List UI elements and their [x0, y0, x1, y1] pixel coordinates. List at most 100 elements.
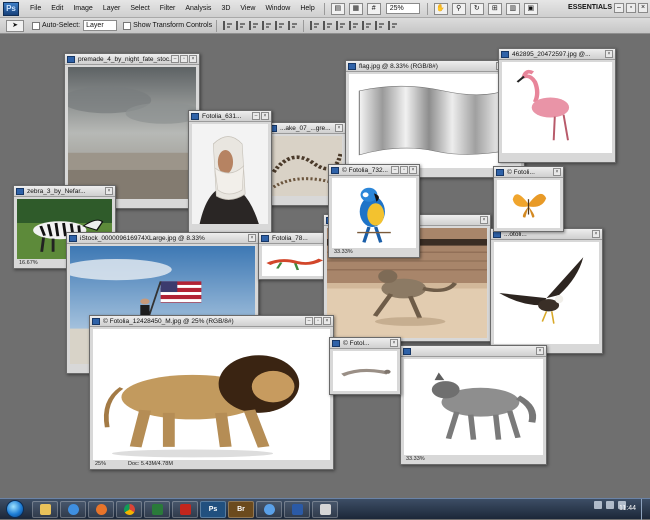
document-canvas[interactable]: [93, 329, 330, 460]
app-restore-button[interactable]: ▫: [626, 3, 636, 13]
close-button[interactable]: ×: [335, 124, 343, 132]
taskbar-mail-icon[interactable]: [312, 500, 338, 518]
close-button[interactable]: ×: [390, 339, 398, 347]
screen-mode-icon[interactable]: ▣: [523, 2, 538, 15]
auto-select-checkbox[interactable]: [32, 21, 40, 30]
document-canvas[interactable]: [332, 178, 416, 248]
menu-layer[interactable]: Layer: [98, 5, 126, 12]
taskbar-acrobat-icon[interactable]: [172, 500, 198, 518]
document-title[interactable]: zebra_3_by_Nefar...: [14, 186, 115, 197]
close-button[interactable]: ×: [605, 50, 613, 58]
menu-select[interactable]: Select: [125, 5, 154, 12]
document-title[interactable]: [401, 346, 546, 357]
move-tool-icon[interactable]: ➤: [6, 19, 24, 32]
workspace-switcher[interactable]: ESSENTIALS: [568, 4, 612, 11]
document-window-butterfly[interactable]: © Fotoli... ×: [493, 166, 564, 232]
menu-3d[interactable]: 3D: [216, 5, 235, 12]
document-canvas[interactable]: [333, 351, 397, 391]
minimize-button[interactable]: –: [252, 112, 260, 120]
close-button[interactable]: ×: [480, 216, 488, 224]
close-button[interactable]: ×: [261, 112, 269, 120]
taskbar-photoshop-icon[interactable]: Ps: [200, 500, 226, 518]
document-canvas[interactable]: [497, 180, 560, 228]
taskbar-chrome-icon[interactable]: [116, 500, 142, 518]
document-canvas[interactable]: [262, 246, 326, 276]
align-right-icon[interactable]: [288, 21, 298, 30]
minimize-button[interactable]: –: [171, 55, 179, 63]
taskbar-firefox-icon[interactable]: [88, 500, 114, 518]
app-close-button[interactable]: ×: [638, 3, 648, 13]
distribute-hcenter-icon[interactable]: [362, 21, 372, 30]
align-left-icon[interactable]: [262, 21, 272, 30]
show-transform-checkbox[interactable]: [123, 21, 132, 30]
start-button-icon[interactable]: [6, 500, 24, 518]
document-title[interactable]: ...ake_07_...gre...: [267, 123, 345, 134]
taskbar-media-icon[interactable]: [144, 500, 170, 518]
maximize-button[interactable]: ▫: [400, 166, 408, 174]
auto-align-icon[interactable]: [388, 21, 398, 30]
arrange-documents-icon[interactable]: ▥: [505, 2, 520, 15]
document-canvas[interactable]: [192, 124, 268, 224]
document-window-parrot[interactable]: © Fotolia_732... – ▫ × 33.33%: [328, 164, 420, 258]
rotate-view-icon[interactable]: ↻: [469, 2, 484, 15]
document-title[interactable]: © Fotolia_12428450_M.jpg @ 25% (RGB/8#): [90, 316, 333, 327]
close-button[interactable]: ×: [536, 347, 544, 355]
auto-select-dropdown[interactable]: Layer: [83, 20, 118, 31]
distribute-left-icon[interactable]: [349, 21, 359, 30]
close-button[interactable]: ×: [323, 317, 331, 325]
menu-analysis[interactable]: Analysis: [180, 5, 216, 12]
document-canvas[interactable]: [349, 74, 521, 168]
app-minimize-button[interactable]: –: [614, 3, 624, 13]
distribute-vcenter-icon[interactable]: [323, 21, 333, 30]
document-window-lizard[interactable]: Fotolia_78...: [258, 232, 330, 280]
taskbar-bridge-icon[interactable]: Br: [228, 500, 254, 518]
taskbar-ie2-icon[interactable]: [256, 500, 282, 518]
distribute-bottom-icon[interactable]: [336, 21, 346, 30]
zoom-icon[interactable]: ⚲: [451, 2, 466, 15]
align-hcenter-icon[interactable]: [275, 21, 285, 30]
document-canvas[interactable]: [68, 67, 196, 199]
bridge-icon[interactable]: ▤: [330, 2, 345, 15]
taskbar-explorer-icon[interactable]: [32, 500, 58, 518]
document-title[interactable]: Fotolia_78...: [259, 233, 329, 244]
document-title[interactable]: iStock_000009616974XLarge.jpg @ 8.33%: [67, 233, 258, 244]
align-vcenter-icon[interactable]: [236, 21, 246, 30]
document-canvas[interactable]: [494, 242, 599, 344]
taskbar-word-icon[interactable]: [284, 500, 310, 518]
menu-edit[interactable]: Edit: [46, 5, 68, 12]
document-window-wolf[interactable]: × 33.33%: [400, 345, 547, 465]
close-button[interactable]: ×: [592, 230, 600, 238]
tray-network-icon[interactable]: [606, 501, 614, 509]
document-window-portrait[interactable]: Fotolia_631... – ×: [188, 110, 272, 234]
document-window-eagle[interactable]: ...otoli... ×: [490, 228, 603, 354]
clock[interactable]: 11:44: [619, 505, 636, 512]
maximize-button[interactable]: ▫: [180, 55, 188, 63]
align-bottom-icon[interactable]: [249, 21, 259, 30]
close-button[interactable]: ×: [553, 168, 561, 176]
menu-filter[interactable]: Filter: [155, 5, 181, 12]
zoom-level-select[interactable]: 25%: [385, 3, 420, 14]
mini-bridge-icon[interactable]: ▦: [348, 2, 363, 15]
maximize-button[interactable]: ▫: [314, 317, 322, 325]
align-top-icon[interactable]: [223, 21, 233, 30]
grid-icon[interactable]: #: [366, 2, 381, 15]
menu-file[interactable]: File: [25, 5, 46, 12]
show-desktop-button[interactable]: [641, 499, 650, 520]
distribute-top-icon[interactable]: [310, 21, 320, 30]
close-button[interactable]: ×: [189, 55, 197, 63]
hand-icon[interactable]: ✋: [433, 2, 448, 15]
distribute-right-icon[interactable]: [375, 21, 385, 30]
close-button[interactable]: ×: [409, 166, 417, 174]
minimize-button[interactable]: –: [305, 317, 313, 325]
close-button[interactable]: ×: [248, 234, 256, 242]
ruler-icon[interactable]: ⊞: [487, 2, 502, 15]
taskbar-ie-icon[interactable]: [60, 500, 86, 518]
document-title[interactable]: 462895_20472597.jpg @...: [499, 49, 615, 60]
minimize-button[interactable]: –: [391, 166, 399, 174]
tray-flag-icon[interactable]: [594, 501, 602, 509]
document-window-lion[interactable]: © Fotolia_12428450_M.jpg @ 25% (RGB/8#) …: [89, 315, 334, 470]
menu-view[interactable]: View: [235, 5, 260, 12]
menu-image[interactable]: Image: [68, 5, 97, 12]
document-canvas[interactable]: [502, 62, 612, 153]
document-window-small[interactable]: © Fotol... ×: [329, 337, 401, 395]
